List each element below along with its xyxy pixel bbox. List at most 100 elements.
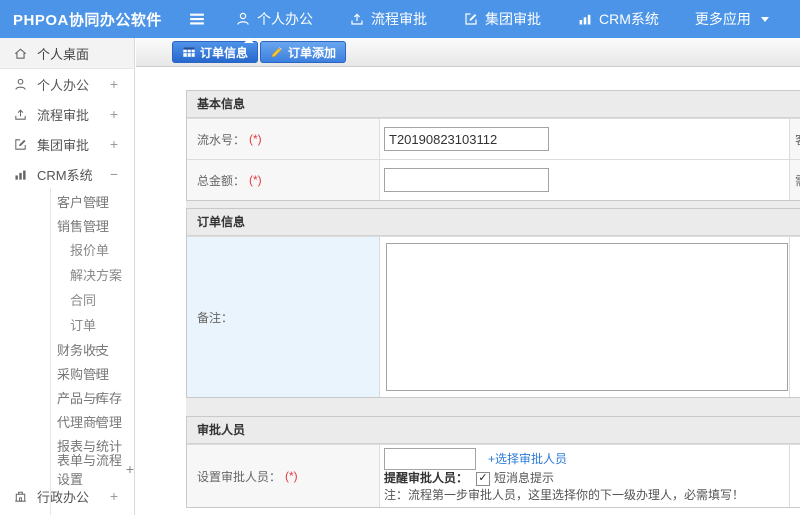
total-amount-input[interactable] (384, 168, 549, 192)
tab-order-info[interactable]: 订单信息 (172, 41, 259, 63)
form-row-total-amount: 总金额： (*) 需 (187, 159, 800, 200)
section-order-info: 订单信息 备注： (186, 208, 800, 398)
sidebar-item-order[interactable]: 订单 (0, 312, 134, 337)
sidebar-item-customer-mgmt[interactable]: 客户管理 + (0, 189, 134, 213)
sms-option-label: 短消息提示 (494, 471, 555, 485)
field-cell: +选择审批人员 提醒审批人员： ✓ 短消息提示 注：流程第一步审批人员，这里选择… (379, 445, 789, 507)
expand-icon[interactable]: + (93, 365, 101, 381)
tab-label: 订单添加 (288, 45, 337, 60)
section-basic-info: 基本信息 流水号： (*) 客 (186, 90, 800, 201)
expand-icon[interactable]: + (93, 341, 101, 357)
sidebar-item-label: CRM系统 (37, 167, 93, 183)
nav-personal-office[interactable]: 个人办公 (235, 9, 313, 29)
nav-label: 集团审批 (485, 11, 541, 27)
section-divider (186, 201, 800, 208)
sidebar: 个人桌面 个人办公 + 流程审批 + 集团审批 + CRM系统 − 客户管理 +… (0, 38, 135, 515)
app-window: PHPOA协同办公软件 个人办公 流程审批 集团审批 CRM系统 更多应用 个人… (0, 0, 800, 515)
expand-icon[interactable]: + (110, 488, 118, 504)
required-mark: (*) (249, 173, 262, 187)
sidebar-item-crm-system[interactable]: CRM系统 − (0, 159, 134, 189)
empty-cell (789, 237, 800, 397)
user-icon (13, 77, 28, 92)
sidebar-item-personal-office[interactable]: 个人办公 + (0, 69, 134, 99)
workflow-icon (349, 11, 365, 27)
field-cell (379, 119, 789, 159)
sidebar-item-label: 代理商管理 (57, 414, 123, 430)
expand-icon[interactable]: + (126, 461, 134, 477)
tab-order-add[interactable]: 订单添加 (260, 41, 347, 63)
sidebar-item-label: 流程审批 (37, 107, 90, 123)
form-row-remarks: 备注： (187, 236, 800, 397)
nav-group-approval[interactable]: 集团审批 (463, 9, 541, 29)
sidebar-item-agent-mgmt[interactable]: 代理商管理 + (0, 409, 134, 433)
section-divider (186, 398, 800, 416)
sidebar-item-label: 采购管理 (57, 366, 110, 382)
section-title: 订单信息 (187, 209, 800, 236)
sidebar-item-finance[interactable]: 财务收支 + (0, 337, 134, 361)
edit-icon (13, 137, 28, 152)
approval-note: 注：流程第一步审批人员，这里选择你的下一级办理人，必需填写！ (384, 488, 745, 502)
app-logo: PHPOA协同办公软件 (13, 11, 162, 29)
edit-icon (463, 11, 479, 27)
sidebar-item-personal-desktop[interactable]: 个人桌面 (0, 38, 134, 69)
main-content: 订单信息 订单添加 基本信息 流水号： (*) T20190823103112 … (136, 38, 800, 515)
office-building-icon (13, 489, 28, 504)
section-title: 审批人员 (187, 417, 800, 444)
nav-label: 流程审批 (371, 11, 427, 27)
remarks-textarea[interactable] (386, 243, 788, 391)
sidebar-item-label: 报价单 (70, 243, 110, 258)
form-row-serial-number: 流水号： (*) 客 (187, 118, 800, 159)
expand-icon[interactable]: + (93, 193, 101, 209)
expand-icon[interactable]: + (110, 136, 118, 152)
nav-process-approval[interactable]: 流程审批 (349, 9, 427, 29)
top-navigation: 个人办公 流程审批 集团审批 CRM系统 更多应用 (235, 9, 769, 29)
expand-icon[interactable]: + (110, 76, 118, 92)
sidebar-item-label: 财务收支 (57, 342, 110, 358)
field-cell (379, 160, 789, 200)
nav-label: 个人办公 (257, 11, 313, 27)
label-text: 流水号： (197, 132, 246, 147)
edit-add-icon (270, 45, 284, 59)
sidebar-item-contract[interactable]: 合同 (0, 287, 134, 312)
approver-input[interactable] (384, 448, 476, 470)
field-cell (379, 237, 789, 397)
hamburger-menu-icon[interactable] (187, 9, 207, 29)
collapse-icon[interactable]: − (93, 217, 101, 233)
nav-more-apps[interactable]: 更多应用 (695, 9, 769, 29)
sidebar-item-label: 个人办公 (37, 77, 90, 93)
select-approver-link[interactable]: +选择审批人员 (488, 451, 567, 468)
table-icon (182, 45, 196, 59)
sidebar-item-process-approval[interactable]: 流程审批 + (0, 99, 134, 129)
sidebar-item-form-flow-settings[interactable]: 表单与流程设置 + (0, 453, 134, 487)
section-approval-people: 审批人员 设置审批人员： (*) +选择审批人员 提醒审批人员： ✓ 短消息提示… (186, 416, 800, 508)
caret-down-icon (760, 16, 769, 22)
field-label: 备注： (187, 237, 379, 397)
clipped-next-column-label: 客 (789, 119, 800, 159)
nav-crm-system[interactable]: CRM系统 (577, 9, 659, 29)
topbar: PHPOA协同办公软件 个人办公 流程审批 集团审批 CRM系统 更多应用 (0, 0, 800, 38)
tab-strip: 订单信息 订单添加 (136, 38, 800, 67)
sidebar-item-product-inventory[interactable]: 产品与库存 + (0, 385, 134, 409)
expand-icon[interactable]: + (93, 413, 101, 429)
label-text: 需 (795, 172, 800, 189)
expand-icon[interactable]: + (93, 389, 101, 405)
sidebar-item-purchasing[interactable]: 采购管理 + (0, 361, 134, 385)
section-title: 基本信息 (187, 91, 800, 118)
sidebar-item-quotation[interactable]: 报价单 (0, 237, 134, 262)
collapse-icon[interactable]: − (110, 166, 118, 182)
sidebar-item-solution[interactable]: 解决方案 (0, 262, 134, 287)
checkbox-checked-icon[interactable]: ✓ (476, 471, 491, 486)
active-tab-notch (244, 38, 254, 43)
expand-icon[interactable]: + (110, 106, 118, 122)
sidebar-item-admin-office[interactable]: 行政办公 + (0, 481, 134, 511)
sidebar-item-label: 解决方案 (70, 268, 123, 283)
nav-label: CRM系统 (599, 11, 659, 27)
sidebar-item-label: 行政办公 (37, 489, 90, 505)
sidebar-item-group-approval[interactable]: 集团审批 + (0, 129, 134, 159)
sidebar-item-label: 个人桌面 (37, 46, 90, 62)
label-text: 总金额： (197, 173, 246, 188)
serial-number-input[interactable] (384, 127, 549, 151)
sidebar-item-sales-mgmt[interactable]: 销售管理 − (0, 213, 134, 237)
submenu-guide-line (50, 188, 51, 515)
remind-label: 提醒审批人员： (384, 471, 469, 485)
